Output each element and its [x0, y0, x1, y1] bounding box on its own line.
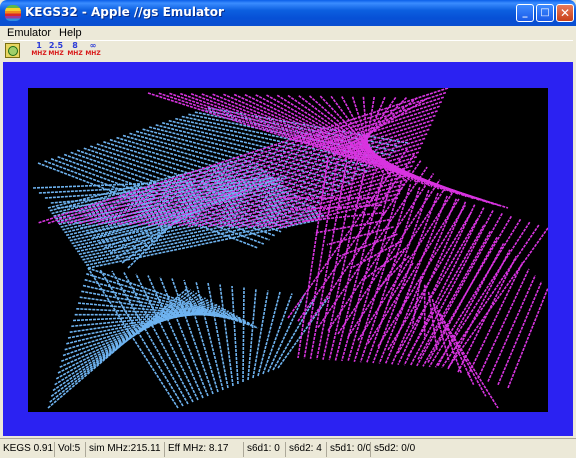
maximize-button[interactable]: □ [536, 4, 554, 22]
graphic-line [487, 274, 537, 382]
status-s6d1: s6d1: 0 [243, 442, 280, 457]
menu-help[interactable]: Help [55, 26, 86, 40]
speed-value: 8 [72, 41, 78, 50]
graphic-line [267, 294, 305, 373]
graphic-line [377, 204, 466, 348]
speed-unit: MHZ [85, 50, 101, 57]
status-bar: KEGS 0.91 Vol:5 sim MHz:215.11 Eff MHz: … [0, 438, 576, 458]
graphic-line [303, 160, 338, 359]
graphic-line [147, 275, 204, 399]
speed-1mhz-button[interactable]: 1 MHZ [30, 42, 48, 58]
graphic-line [507, 287, 548, 389]
minimize-button[interactable]: _ [516, 4, 534, 22]
menu-emulator[interactable]: Emulator [3, 26, 55, 40]
graphic-line [399, 269, 418, 315]
speed-unlimited-button[interactable]: ∞ MHZ [84, 42, 102, 58]
speed-unit: MHZ [67, 50, 83, 57]
speed-unit: MHZ [48, 50, 64, 57]
graphic-line [69, 308, 227, 333]
status-version: KEGS 0.91 [3, 443, 54, 454]
emulator-screen[interactable] [28, 88, 548, 412]
speed-value: 1 [36, 41, 42, 50]
status-eff-mhz: Eff MHz: 8.17 [164, 442, 228, 457]
status-sim-mhz: sim MHz:215.11 [85, 442, 161, 457]
graphic-line [439, 313, 475, 386]
close-button[interactable]: ✕ [556, 4, 574, 22]
speed-value: 2.5 [48, 41, 64, 50]
line-art-graphics [32, 88, 548, 409]
status-s5d2: s5d2: 0/0 [370, 442, 415, 457]
speed-2-5mhz-button[interactable]: 2.5 MHZ [47, 42, 65, 58]
graphic-line [219, 284, 234, 387]
graphic-line [247, 288, 257, 381]
status-s5d1: s5d1: 0/0 [326, 442, 371, 457]
window-title: KEGS32 - Apple //gs Emulator [25, 5, 224, 19]
speed-unit: MHZ [31, 50, 47, 57]
title-bar[interactable]: KEGS32 - Apple //gs Emulator _ □ ✕ [0, 0, 576, 26]
speed-value: ∞ [89, 41, 97, 50]
status-volume: Vol:5 [54, 442, 80, 457]
menu-bar: Emulator Help [3, 26, 573, 40]
graphic-line [231, 285, 239, 385]
toolbar: 1 MHZ 2.5 MHZ 8 MHZ ∞ MHZ [3, 40, 573, 61]
config-disk-icon[interactable] [5, 43, 20, 58]
status-s6d2: s6d2: 4 [285, 442, 322, 457]
graphic-line [242, 287, 245, 383]
graphic-line [477, 268, 530, 379]
speed-8mhz-button[interactable]: 8 MHZ [66, 42, 84, 58]
graphic-line [447, 327, 499, 409]
apple-logo-icon [5, 5, 21, 21]
graphic-line [497, 281, 543, 386]
